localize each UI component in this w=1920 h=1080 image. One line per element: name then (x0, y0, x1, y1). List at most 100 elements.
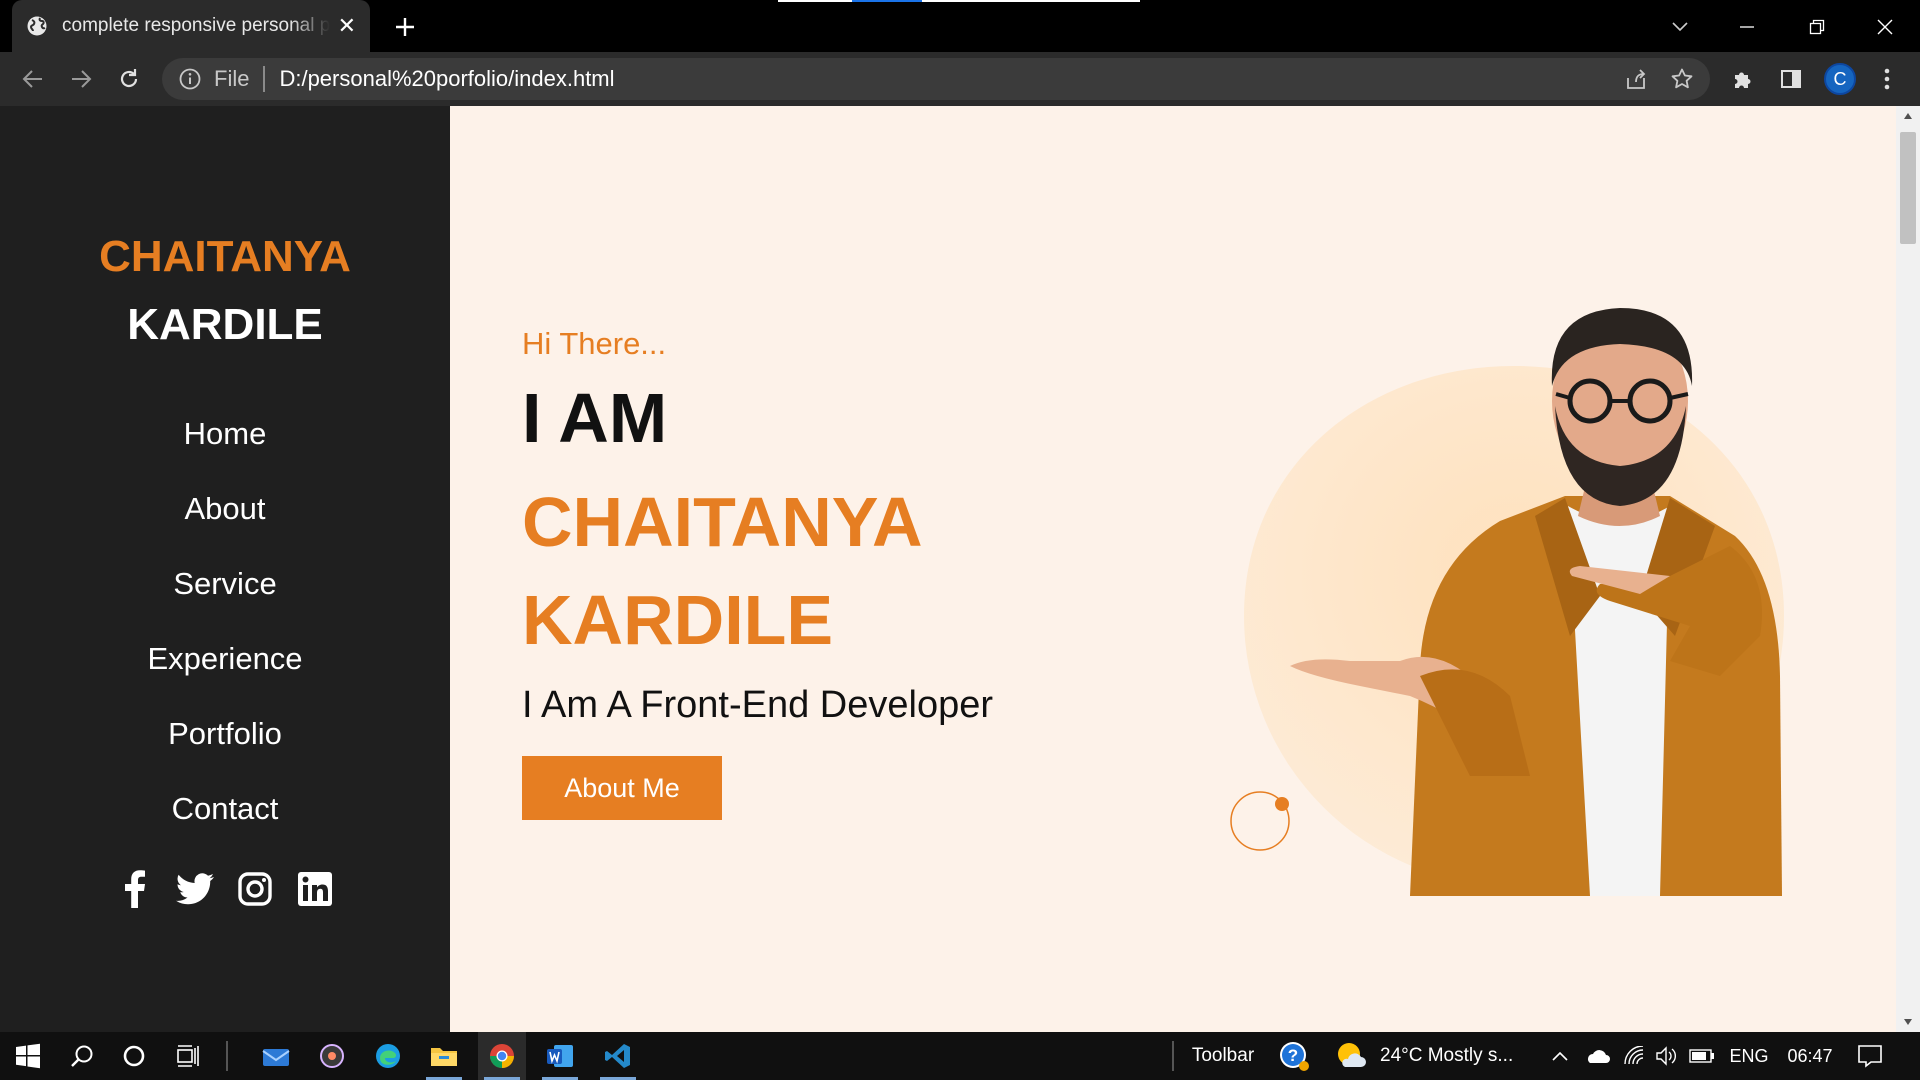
address-bar[interactable]: File D:/personal%20porfolio/index.html (162, 58, 1710, 100)
notification-icon (1858, 1045, 1882, 1068)
nav-portfolio[interactable]: Portfolio (0, 696, 450, 771)
cortana-icon (123, 1045, 145, 1067)
weather-widget[interactable]: 24°C Mostly s... (1336, 1032, 1536, 1080)
side-panel-button[interactable] (1774, 62, 1808, 96)
help-app[interactable]: ? (1270, 1032, 1318, 1080)
puzzle-icon (1735, 72, 1751, 88)
notification-center-button[interactable] (1846, 1032, 1894, 1080)
site-sidebar: CHAITANYA KARDILE Home About Service Exp… (0, 106, 450, 1032)
nav-experience[interactable]: Experience (0, 621, 450, 696)
site-nav: Home About Service Experience Portfolio … (0, 396, 450, 846)
scrollbar-thumb[interactable] (1900, 132, 1916, 244)
cortana-button[interactable] (110, 1032, 158, 1080)
new-tab-button[interactable] (390, 12, 420, 42)
nav-contact[interactable]: Contact (0, 771, 450, 846)
network-button[interactable] (1620, 1032, 1648, 1080)
mail-icon (262, 1049, 290, 1066)
share-icon[interactable] (1618, 61, 1654, 97)
chevron-up-icon (1552, 1051, 1568, 1061)
volume-button[interactable] (1652, 1032, 1680, 1080)
nav-about[interactable]: About (0, 471, 450, 546)
decorative-dot (1275, 797, 1289, 811)
back-button[interactable] (16, 62, 50, 96)
chrome-app[interactable] (478, 1032, 526, 1080)
media-app[interactable] (308, 1032, 356, 1080)
extensions-button[interactable] (1726, 62, 1760, 96)
onedrive-button[interactable] (1580, 1032, 1614, 1080)
restore-button[interactable] (1800, 10, 1834, 44)
logo-first-name[interactable]: CHAITANYA (0, 232, 450, 282)
word-icon (547, 1045, 573, 1067)
edge-app[interactable] (364, 1032, 412, 1080)
wifi-icon (1624, 1046, 1644, 1065)
task-view-icon (177, 1045, 199, 1067)
tab-title: complete responsive personal portfolio (62, 15, 330, 36)
restore-icon (1809, 19, 1825, 35)
profile-avatar[interactable]: C (1824, 63, 1856, 95)
hero-image (1170, 216, 1890, 896)
speaker-icon (1656, 1046, 1676, 1066)
tab-search-button[interactable] (1663, 10, 1697, 44)
clock[interactable]: 06:47 (1780, 1032, 1840, 1080)
hero-section: Hi There... I AM CHAITANYA KARDILE I Am … (450, 106, 1896, 1032)
linkedin-icon[interactable] (296, 870, 334, 908)
social-links (0, 870, 450, 908)
partly-sunny-icon (1338, 1043, 1366, 1067)
arrow-left-icon (22, 70, 42, 88)
address-url[interactable]: D:/personal%20porfolio/index.html (279, 66, 1618, 92)
search-icon (71, 1045, 93, 1067)
battery-button[interactable] (1686, 1032, 1718, 1080)
browser-menu-button[interactable] (1870, 62, 1904, 96)
edge-icon (376, 1044, 400, 1068)
browser-tab[interactable]: complete responsive personal portfolio ✕ (12, 0, 370, 52)
reload-icon (120, 69, 138, 88)
nav-service[interactable]: Service (0, 546, 450, 621)
facebook-icon[interactable] (116, 870, 154, 908)
browser-window: complete responsive personal portfolio ✕ (0, 0, 1920, 1080)
media-player-icon (320, 1044, 344, 1068)
svg-text:?: ? (1288, 1046, 1298, 1065)
cloud-icon (1588, 1050, 1610, 1063)
about-me-button[interactable]: About Me (522, 756, 722, 820)
file-explorer-app[interactable] (420, 1032, 468, 1080)
folder-icon (431, 1048, 457, 1066)
close-icon (1877, 19, 1893, 35)
minimize-button[interactable] (1730, 10, 1764, 44)
start-button[interactable] (4, 1032, 52, 1080)
taskbar-divider (226, 1041, 228, 1071)
mail-app[interactable] (252, 1032, 300, 1080)
reload-button[interactable] (112, 62, 146, 96)
chrome-icon (490, 1044, 514, 1068)
browser-toolbar: File D:/personal%20porfolio/index.html C (0, 52, 1920, 106)
language-indicator[interactable]: ENG (1726, 1032, 1772, 1080)
vscode-app[interactable] (594, 1032, 642, 1080)
minimize-icon (1740, 26, 1754, 28)
globe-icon (26, 15, 48, 37)
tab-close-icon[interactable]: ✕ (338, 15, 356, 37)
hero-name-last: KARDILE (522, 581, 834, 659)
tab-strip: complete responsive personal portfolio ✕ (0, 0, 1920, 52)
forward-button[interactable] (64, 62, 98, 96)
info-icon[interactable] (178, 67, 202, 91)
vscode-icon (605, 1044, 630, 1068)
logo-last-name[interactable]: KARDILE (0, 300, 450, 350)
side-panel-icon (1781, 70, 1801, 88)
kebab-menu-icon (1884, 68, 1890, 90)
bookmark-star-icon[interactable] (1664, 61, 1700, 97)
page-viewport: CHAITANYA KARDILE Home About Service Exp… (0, 106, 1920, 1032)
taskbar-search-button[interactable] (58, 1032, 106, 1080)
nav-home[interactable]: Home (0, 396, 450, 471)
show-hidden-icons-button[interactable] (1546, 1032, 1574, 1080)
windows-taskbar: Toolbar ? 24°C Mostly s... ENG 06:47 (0, 1032, 1920, 1080)
task-view-button[interactable] (164, 1032, 212, 1080)
page-scrollbar[interactable] (1896, 106, 1920, 1032)
battery-icon (1689, 1049, 1714, 1063)
word-app[interactable] (536, 1032, 584, 1080)
instagram-icon[interactable] (236, 870, 274, 908)
scroll-down-icon[interactable] (1896, 1012, 1920, 1032)
taskbar-divider (1172, 1041, 1174, 1071)
toolbar-label[interactable]: Toolbar (1186, 1032, 1260, 1080)
twitter-icon[interactable] (176, 870, 214, 908)
scroll-up-icon[interactable] (1896, 106, 1920, 126)
close-window-button[interactable] (1868, 10, 1902, 44)
